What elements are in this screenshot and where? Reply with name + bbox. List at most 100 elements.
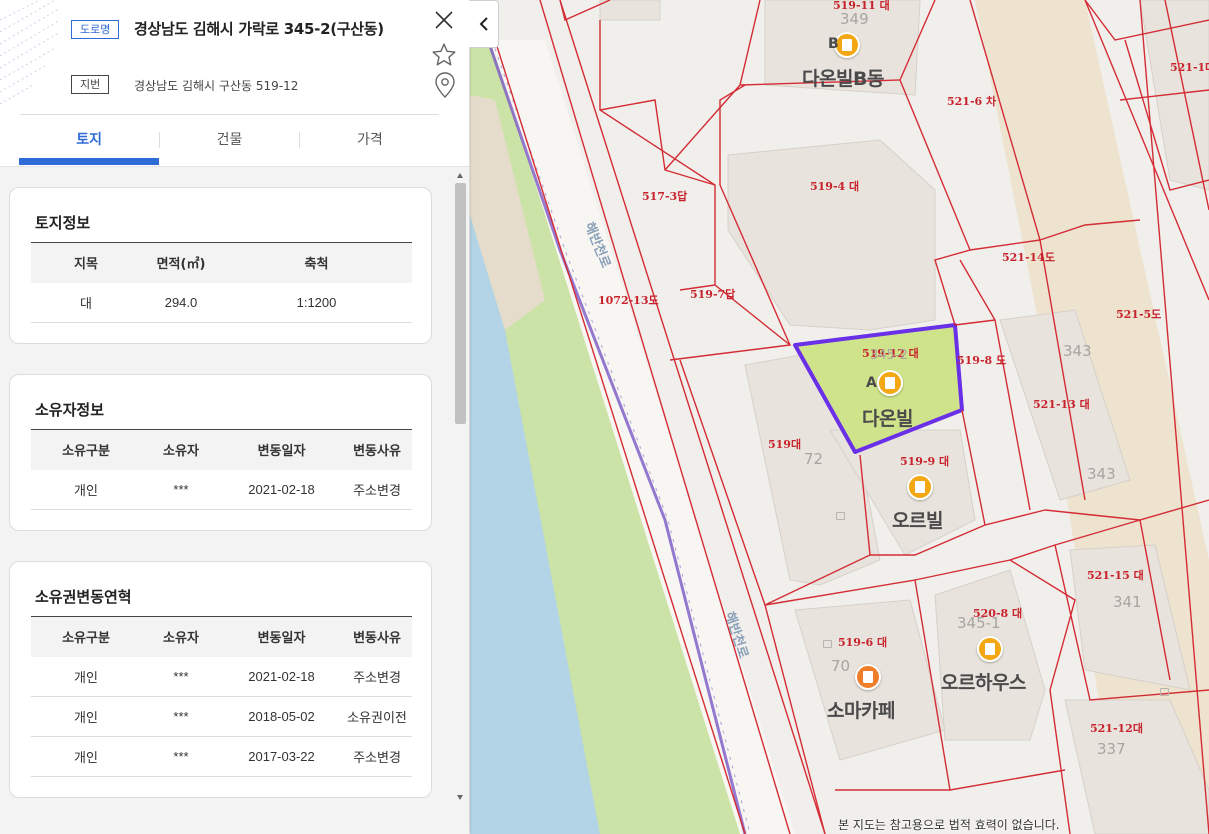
column-header: 변동일자 bbox=[221, 616, 342, 657]
lot-label: 519-8 도 bbox=[957, 354, 1007, 367]
house-number: 70 bbox=[831, 657, 851, 675]
house-number: 345-1 bbox=[957, 614, 1001, 632]
table-cell: 주소변경 bbox=[342, 736, 412, 777]
locate-button[interactable] bbox=[432, 71, 458, 99]
header-divider bbox=[20, 114, 439, 115]
favorite-button[interactable] bbox=[430, 41, 458, 69]
table-cell: 개인 bbox=[31, 469, 141, 510]
map-disclaimer: 본 지도는 참고용으로 법적 효력이 없습니다. bbox=[838, 818, 1060, 832]
jibun-address: 경상남도 김해시 구산동 519-12 bbox=[134, 79, 299, 93]
table-row: 개인 *** 2021-02-18 주소변경 bbox=[31, 656, 412, 697]
lot-label: 521-5도 bbox=[1116, 308, 1162, 321]
entrance-mark bbox=[823, 640, 832, 648]
lot-label: 519-9 대 bbox=[900, 455, 950, 468]
building-name[interactable]: 다온빌B동 bbox=[802, 64, 884, 91]
table-row: 개인 *** 2018-05-02 소유권이전 bbox=[31, 696, 412, 737]
house-number: 337 bbox=[1097, 740, 1126, 758]
ownership-history-card: 소유권변동연혁 소유구분 소유자 변동일자 변동사유 개인 *** 2021-0… bbox=[9, 561, 432, 798]
building-name[interactable]: 오르빌 bbox=[892, 506, 943, 533]
house-number: 345-2 bbox=[870, 348, 908, 363]
table-row: 대 294.0 1:1200 bbox=[31, 282, 412, 323]
table-header-row: 소유구분 소유자 변동일자 변동사유 bbox=[31, 429, 412, 470]
lot-label: 521-14도 bbox=[1002, 251, 1055, 264]
table-cell: 2017-03-22 bbox=[221, 736, 342, 777]
tab-price[interactable]: 가격 bbox=[300, 122, 440, 166]
land-info-table: 지목 면적(㎡) 축척 대 294.0 1:1200 bbox=[31, 242, 412, 323]
close-icon bbox=[435, 11, 453, 29]
column-header: 변동사유 bbox=[342, 429, 412, 470]
owner-info-card: 소유자정보 소유구분 소유자 변동일자 변동사유 개인 *** 2021-02-… bbox=[9, 374, 432, 531]
table-header-row: 소유구분 소유자 변동일자 변동사유 bbox=[31, 616, 412, 657]
tab-divider bbox=[299, 132, 300, 148]
star-icon bbox=[432, 43, 456, 66]
close-button[interactable] bbox=[432, 8, 456, 32]
scroll-down-arrow-icon[interactable] bbox=[457, 795, 463, 800]
table-cell: 주소변경 bbox=[342, 469, 412, 510]
table-cell: *** bbox=[141, 469, 221, 510]
lot-label: 1072-13도 bbox=[598, 294, 659, 307]
table-cell: 2018-05-02 bbox=[221, 696, 342, 737]
table-cell: 개인 bbox=[31, 656, 141, 697]
building-name[interactable]: 소마카페 bbox=[827, 696, 895, 723]
road-address-tag: 도로명 bbox=[71, 20, 120, 39]
panel-header: 도로명 경상남도 김해시 가락로 345-2(구산동) 지번 경상남도 김해시 … bbox=[0, 0, 469, 166]
tab-building[interactable]: 건물 bbox=[159, 122, 299, 166]
tab-divider bbox=[159, 132, 160, 148]
house-number: 343 bbox=[1087, 465, 1116, 483]
building-poi-icon[interactable] bbox=[977, 636, 1003, 662]
lot-label: 521-15 대 bbox=[1087, 569, 1144, 582]
table-cell: *** bbox=[141, 656, 221, 697]
table-cell: 대 bbox=[31, 282, 141, 323]
entrance-mark bbox=[1160, 688, 1169, 696]
owner-info-table: 소유구분 소유자 변동일자 변동사유 개인 *** 2021-02-18 주소변… bbox=[31, 429, 412, 510]
owner-info-title: 소유자정보 bbox=[35, 401, 105, 419]
table-header-row: 지목 면적(㎡) 축척 bbox=[31, 242, 412, 283]
lot-label: 519-6 대 bbox=[838, 636, 888, 649]
tab-land[interactable]: 토지 bbox=[19, 122, 160, 166]
table-cell: 개인 bbox=[31, 696, 141, 737]
table-cell: 1:1200 bbox=[221, 282, 412, 323]
column-header: 변동사유 bbox=[342, 616, 412, 657]
scroll-thumb[interactable] bbox=[455, 183, 466, 424]
table-cell: *** bbox=[141, 736, 221, 777]
column-header: 소유구분 bbox=[31, 616, 141, 657]
table-cell: *** bbox=[141, 696, 221, 737]
panel-scrollbar[interactable] bbox=[453, 167, 468, 807]
column-header: 지목 bbox=[31, 242, 141, 283]
tab-bar: 토지 건물 가격 bbox=[19, 122, 440, 166]
poi-letter: B bbox=[828, 36, 839, 52]
table-row: 개인 *** 2021-02-18 주소변경 bbox=[31, 469, 412, 510]
road-address: 경상남도 김해시 가락로 345-2(구산동) bbox=[134, 20, 384, 38]
lot-label: 517-3답 bbox=[642, 190, 688, 203]
lot-label: 519대 bbox=[768, 438, 802, 451]
building-name[interactable]: 오르하우스 bbox=[941, 668, 1026, 695]
panel-content[interactable]: 토지정보 지목 면적(㎡) 축척 대 294.0 1:1200 소유자정보 소유… bbox=[0, 166, 469, 834]
column-header: 변동일자 bbox=[221, 429, 342, 470]
column-header: 소유자 bbox=[141, 616, 221, 657]
ownership-history-table: 소유구분 소유자 변동일자 변동사유 개인 *** 2021-02-18 주소변… bbox=[31, 616, 412, 777]
lot-label: 521-13 대 bbox=[1033, 398, 1090, 411]
collapse-panel-button[interactable] bbox=[469, 0, 499, 48]
location-pin-icon bbox=[435, 72, 455, 98]
column-header: 소유자 bbox=[141, 429, 221, 470]
table-cell: 개인 bbox=[31, 736, 141, 777]
cafe-poi-icon[interactable] bbox=[855, 664, 881, 690]
scroll-up-arrow-icon[interactable] bbox=[457, 173, 463, 178]
entrance-mark bbox=[836, 512, 845, 520]
table-cell: 2021-02-18 bbox=[221, 469, 342, 510]
lot-label: 519-7답 bbox=[690, 288, 736, 301]
building-poi-icon[interactable] bbox=[877, 370, 903, 396]
column-header: 면적(㎡) bbox=[141, 242, 221, 283]
ownership-history-title: 소유권변동연혁 bbox=[35, 588, 132, 606]
lot-label: 519-4 대 bbox=[810, 180, 860, 193]
house-number: 72 bbox=[804, 450, 824, 468]
chevron-left-icon bbox=[479, 17, 488, 31]
table-cell: 주소변경 bbox=[342, 656, 412, 697]
jibun-address-tag: 지번 bbox=[71, 75, 110, 94]
building-name[interactable]: 다온빌 bbox=[862, 404, 913, 431]
lot-label: 521-12대 bbox=[1090, 722, 1143, 735]
poi-letter: A bbox=[866, 375, 877, 391]
land-info-title: 토지정보 bbox=[35, 214, 91, 232]
building-poi-icon[interactable] bbox=[907, 474, 933, 500]
lot-label: 521-1대 bbox=[1170, 61, 1209, 74]
